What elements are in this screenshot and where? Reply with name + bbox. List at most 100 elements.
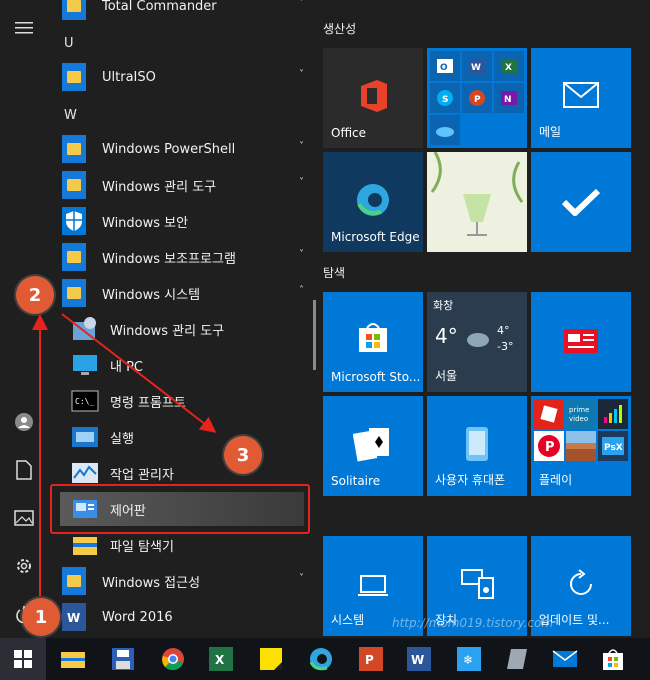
tile-mail[interactable]: 메일	[531, 48, 631, 148]
watermark-text: http://mom019.tistory.com	[392, 616, 554, 630]
phone-icon	[466, 427, 488, 461]
tile-label: 시스템	[331, 613, 365, 627]
svg-text:N: N	[504, 95, 512, 105]
settings-gear-icon[interactable]	[0, 546, 48, 586]
control-panel-highlight-box	[50, 484, 310, 534]
group-title-productivity[interactable]: 생산성	[323, 20, 356, 37]
section-letter-u[interactable]: U	[64, 36, 74, 51]
floppy-save-taskbar-icon[interactable]	[108, 644, 138, 674]
weather-low: -3°	[497, 340, 514, 353]
word-taskbar-icon[interactable]: W	[404, 644, 434, 674]
mail-taskbar-icon[interactable]	[550, 644, 580, 674]
hamburger-menu-icon[interactable]	[0, 8, 48, 48]
app-windows-security[interactable]: Windows 보안	[62, 203, 308, 239]
edge-taskbar-icon[interactable]	[306, 644, 336, 674]
windows-logo-icon	[14, 650, 32, 668]
svg-text:P: P	[474, 95, 481, 105]
deezer-icon	[598, 399, 628, 429]
app-windows-accessories[interactable]: Windows 보조프로그램 ˅	[62, 239, 308, 275]
computer-icon	[70, 350, 100, 380]
start-rail	[0, 0, 48, 638]
tile-microsoft-store[interactable]: Microsoft Sto...	[323, 292, 423, 392]
app-windows-admin-tools[interactable]: Windows 관리 도구 ˅	[62, 167, 308, 203]
command-prompt-icon: C:\_	[70, 386, 100, 416]
folder-icon	[62, 567, 86, 595]
group-title-explore[interactable]: 탐색	[323, 264, 345, 281]
svg-text:❄: ❄	[463, 653, 473, 667]
sub-item-run[interactable]: 실행	[70, 419, 308, 455]
chevron-up-icon: ˄	[299, 285, 304, 296]
game-image-icon	[566, 431, 596, 461]
chrome-taskbar-icon[interactable]	[158, 644, 188, 674]
skype-icon: S	[430, 83, 460, 113]
store-bag-icon	[359, 323, 387, 352]
weather-condition: 화창	[433, 299, 454, 312]
app-ultraiso[interactable]: UltraISO ˅	[62, 59, 308, 95]
sub-item-command-prompt[interactable]: C:\_ 명령 프롬프트	[70, 383, 308, 419]
sub-item-label: 내 PC	[110, 359, 144, 375]
svg-text:C:\_: C:\_	[75, 397, 94, 406]
update-refresh-icon	[570, 569, 592, 595]
documents-icon[interactable]	[0, 450, 48, 490]
file-explorer-taskbar-icon[interactable]	[58, 644, 88, 674]
app-list: Total Commander ˅ U UltraISO ˅ W Windows…	[48, 0, 310, 638]
tile-news[interactable]	[531, 292, 631, 392]
app-windows-powershell[interactable]: Windows PowerShell ˅	[62, 131, 308, 167]
step-badge-2: 2	[16, 276, 54, 314]
sub-item-label: 실행	[110, 431, 134, 447]
outlook-icon: O	[430, 51, 460, 81]
svg-text:W: W	[67, 611, 80, 625]
sub-item-admin-tools[interactable]: Windows 관리 도구	[70, 311, 308, 347]
folder-icon	[62, 63, 86, 91]
svg-text:S: S	[442, 95, 448, 105]
tile-edge[interactable]: Microsoft Edge	[323, 152, 423, 252]
sticky-notes-taskbar-icon[interactable]	[256, 644, 286, 674]
svg-text:video: video	[569, 415, 588, 423]
user-account-icon[interactable]	[0, 402, 48, 442]
powerpoint-taskbar-icon[interactable]: P	[356, 644, 386, 674]
app-total-commander[interactable]: Total Commander ˅	[62, 0, 308, 24]
word-icon: W	[62, 603, 86, 631]
app-label: Windows 보조프로그램	[102, 251, 236, 267]
tile-label: Office	[331, 126, 367, 140]
app-label: UltraISO	[102, 69, 156, 85]
svg-text:W: W	[471, 63, 481, 73]
app-list-scrollbar[interactable]	[313, 300, 316, 370]
section-letter-w[interactable]: W	[64, 108, 77, 123]
step-badge-3: 3	[224, 436, 262, 474]
start-button[interactable]	[0, 638, 46, 680]
tile-office-apps-folder[interactable]: O W X S P N	[427, 48, 527, 148]
app-windows-system[interactable]: Windows 시스템 ˄	[62, 275, 308, 311]
chevron-down-icon: ˅	[299, 573, 304, 584]
app-label: Windows 접근성	[102, 575, 201, 591]
tile-weather[interactable]: 화창 4° 4° -3° 서울	[427, 292, 527, 392]
sub-item-this-pc[interactable]: 내 PC	[70, 347, 308, 383]
excel-taskbar-icon[interactable]: X	[206, 644, 236, 674]
store-taskbar-icon[interactable]	[598, 644, 628, 674]
tile-solitaire[interactable]: Solitaire	[323, 396, 423, 496]
weather-high: 4°	[497, 324, 510, 337]
roblox-icon	[534, 399, 564, 429]
powerpoint-icon: P	[462, 83, 492, 113]
office-icon	[361, 80, 387, 112]
app-label: Windows 시스템	[102, 287, 201, 303]
excel-icon: X	[494, 51, 524, 81]
pictures-icon[interactable]	[0, 498, 48, 538]
photo-taskbar-icon[interactable]: ❄	[454, 644, 484, 674]
taskbar: X P W ❄	[0, 638, 650, 680]
sub-item-label: 파일 탐색기	[110, 539, 174, 555]
svg-text:P: P	[365, 653, 374, 667]
tile-todo[interactable]	[531, 152, 631, 252]
prime-video-icon: prime video	[566, 399, 596, 429]
tablet-taskbar-icon[interactable]	[502, 644, 532, 674]
admin-tools-icon	[70, 314, 100, 344]
tile-cocktail-app[interactable]	[427, 152, 527, 252]
app-label: Word 2016	[102, 609, 173, 625]
svg-text:X: X	[215, 653, 225, 667]
tile-play-folder[interactable]: prime video P PsX 플레이	[531, 396, 631, 496]
tile-office[interactable]: Office	[323, 48, 423, 148]
app-windows-accessibility[interactable]: Windows 접근성 ˅	[62, 563, 308, 599]
tile-your-phone[interactable]: 사용자 휴대폰	[427, 396, 527, 496]
app-word-2016[interactable]: W Word 2016	[62, 599, 308, 635]
folder-icon	[62, 279, 86, 307]
